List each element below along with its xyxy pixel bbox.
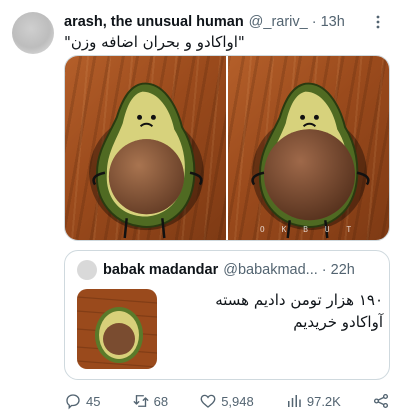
action-bar: 45 68 5,948 97.2K <box>64 390 390 412</box>
avocado-illustration <box>89 82 204 239</box>
quoted-avocado-image <box>77 289 157 369</box>
retweet-button[interactable]: 68 <box>132 392 168 410</box>
quoted-timestamp[interactable]: 22h <box>331 262 355 278</box>
display-name[interactable]: arash, the unusual human <box>64 14 244 30</box>
like-count: 5,948 <box>221 393 254 409</box>
retweet-count: 68 <box>153 393 169 409</box>
quoted-header: babak madandar @babakmad... · 22h <box>103 260 383 280</box>
like-button[interactable]: 5,948 <box>199 392 254 410</box>
handle[interactable]: @_rariv_ <box>249 14 308 30</box>
quoted-display-name[interactable]: babak madandar <box>103 262 218 278</box>
share-icon <box>373 393 389 409</box>
media-image-left[interactable] <box>65 56 226 240</box>
quoted-tweet[interactable]: babak madandar @babakmad... · 22h ۱۹۰ هز… <box>64 250 390 380</box>
views-icon <box>287 395 301 407</box>
avatar[interactable] <box>12 12 54 54</box>
reply-count: 45 <box>86 393 101 409</box>
share-button[interactable] <box>372 392 390 410</box>
timestamp[interactable]: 13h <box>321 14 345 30</box>
tweet-media[interactable]: O K B U T <box>64 55 390 241</box>
more-icon[interactable] <box>370 14 386 30</box>
media-image-right[interactable]: O K B U T <box>228 56 389 240</box>
retweet-icon <box>133 395 149 407</box>
like-icon <box>200 394 216 408</box>
quoted-avatar[interactable] <box>77 260 97 280</box>
quoted-text: ۱۹۰ هزار تومن دادیم هسته آواکادو خریدیم <box>215 291 383 331</box>
image-watermark: O K B U T <box>259 225 358 234</box>
view-count: 97.2K <box>306 393 341 409</box>
tweet-text: "اواکادو و بحران اضافه وزن" <box>64 33 245 51</box>
quoted-media[interactable] <box>77 289 157 369</box>
quoted-handle[interactable]: @babakmad... <box>223 262 318 278</box>
tweet: arash, the unusual human @_rariv_ · 13h … <box>0 0 400 420</box>
views-button[interactable]: 97.2K <box>285 392 341 410</box>
quoted-separator: · <box>321 262 327 278</box>
separator: · <box>311 14 317 30</box>
tweet-header: arash, the unusual human @_rariv_ · 13h <box>64 12 390 32</box>
avocado-illustration <box>251 82 370 239</box>
reply-icon <box>66 394 80 410</box>
reply-button[interactable]: 45 <box>64 392 100 410</box>
